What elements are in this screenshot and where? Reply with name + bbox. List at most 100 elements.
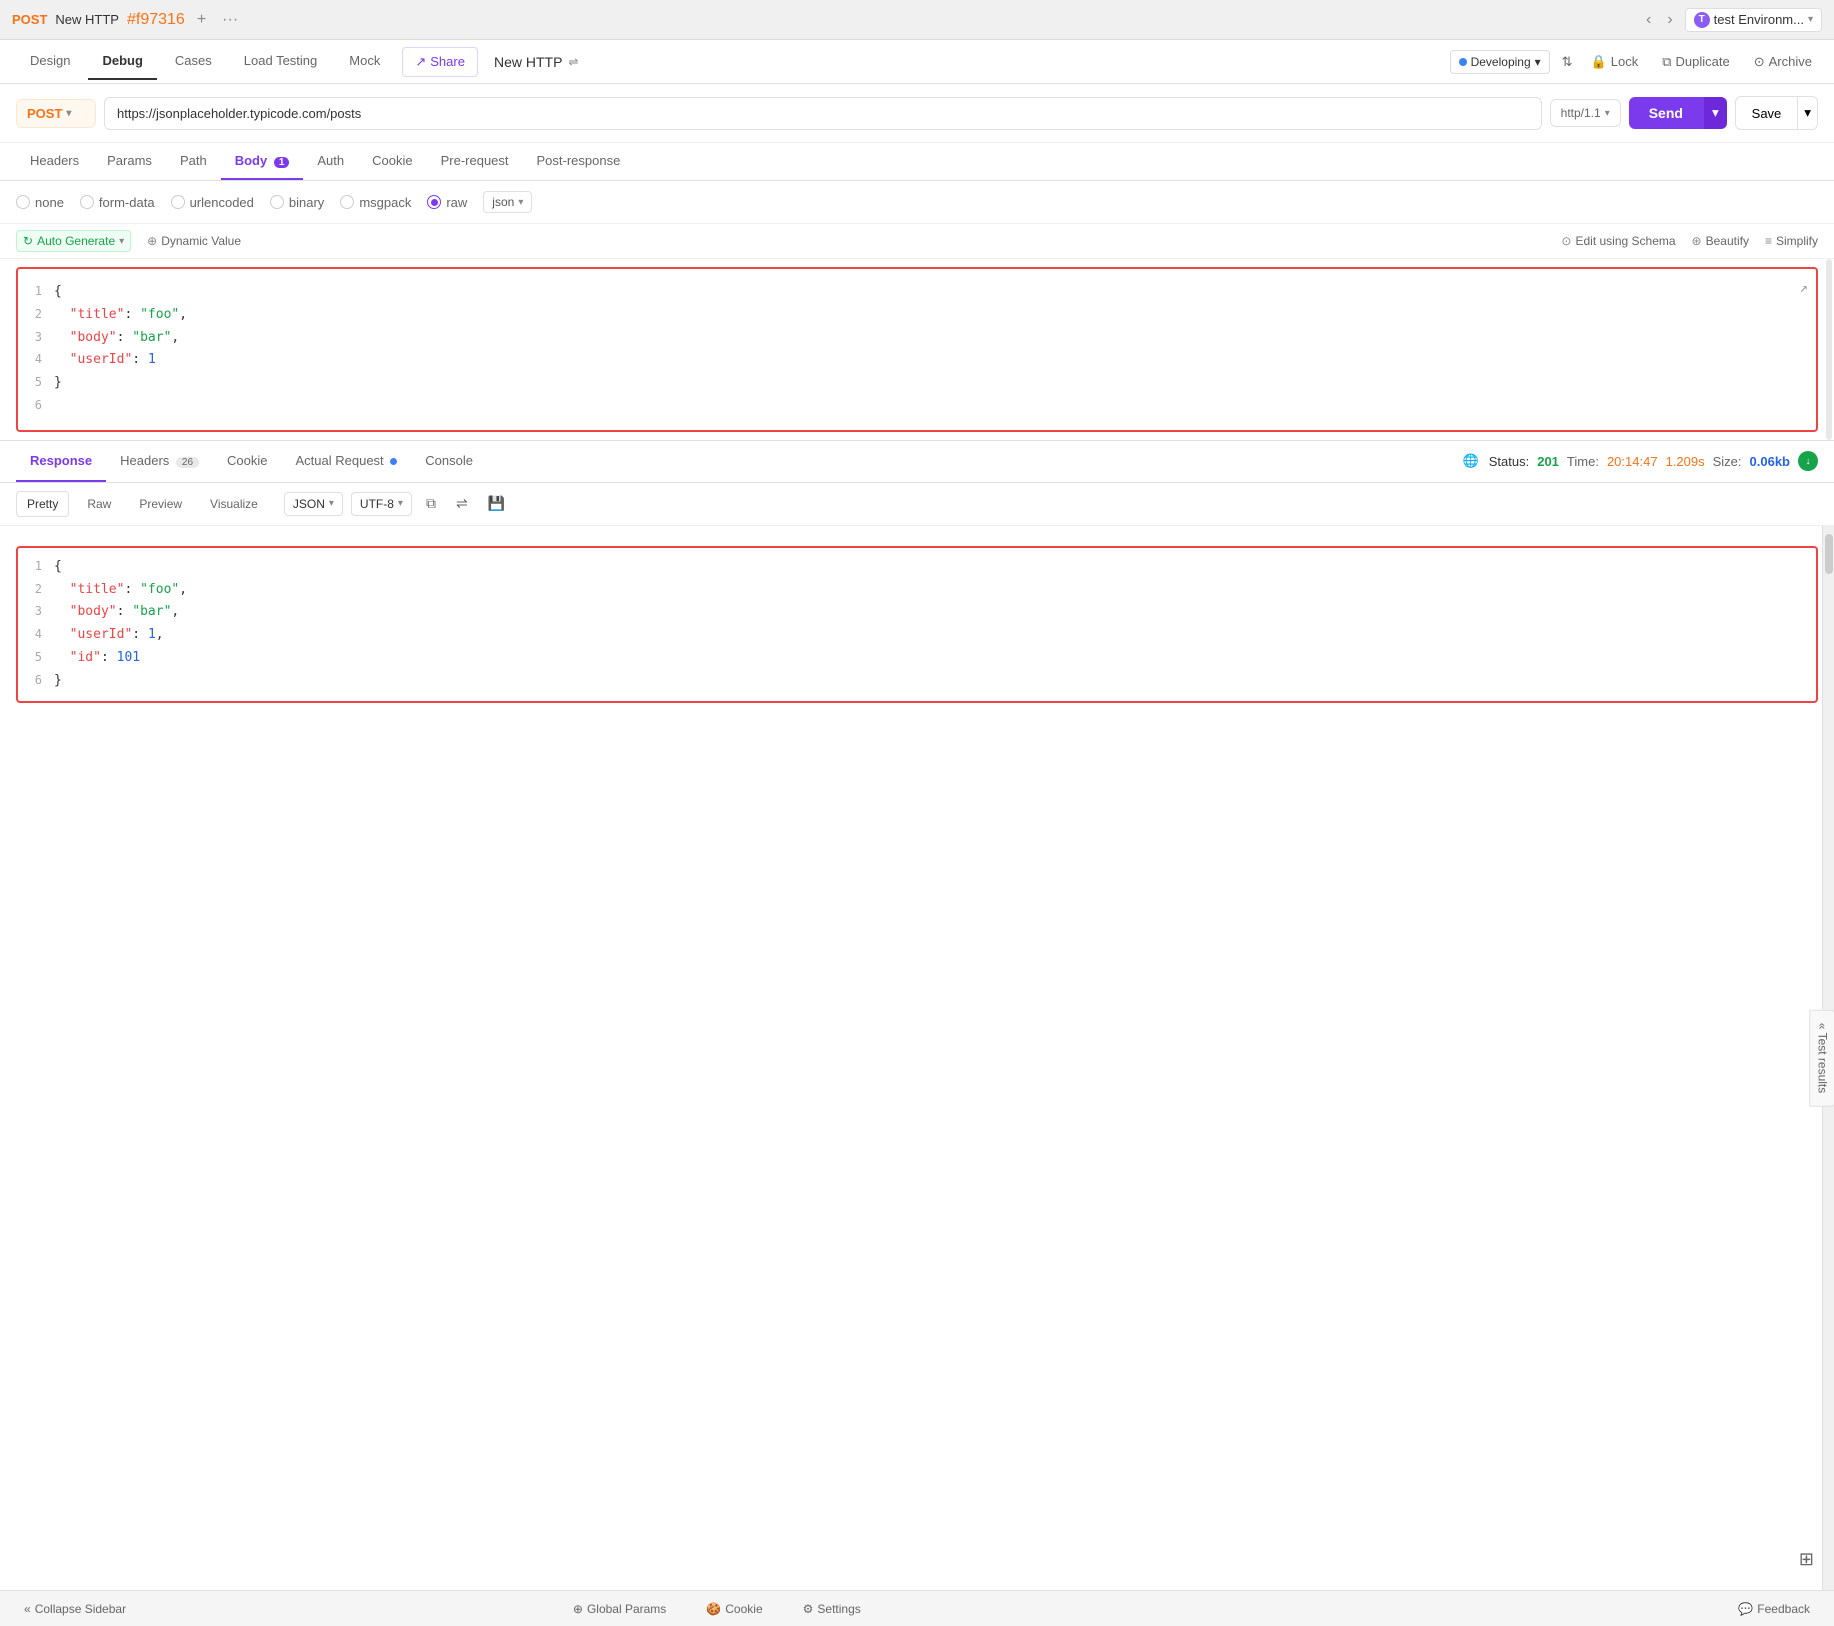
option-urlencoded[interactable]: urlencoded — [171, 195, 254, 210]
download-button[interactable]: ↓ — [1798, 451, 1818, 471]
radio-raw — [427, 195, 441, 209]
tab-params[interactable]: Params — [93, 143, 166, 180]
request-scrollbar[interactable] — [1826, 259, 1832, 440]
copy-response-button[interactable]: ⧉ — [420, 492, 442, 515]
env-icon: T — [1694, 12, 1710, 28]
share-icon: ↗ — [415, 54, 426, 70]
tab-mock[interactable]: Mock — [335, 43, 394, 80]
more-options-button[interactable]: ··· — [218, 9, 242, 31]
option-none[interactable]: none — [16, 195, 64, 210]
tab-post-response[interactable]: Post-response — [523, 143, 635, 180]
resp-sub-visualize[interactable]: Visualize — [200, 492, 268, 516]
settings-button[interactable]: ⚙ Settings — [795, 1598, 869, 1620]
resp-tab-response[interactable]: Response — [16, 441, 106, 482]
resp-tab-cookie[interactable]: Cookie — [213, 441, 281, 482]
tab-load-testing[interactable]: Load Testing — [230, 43, 332, 80]
resp-sub-raw[interactable]: Raw — [77, 492, 121, 516]
tab-path[interactable]: Path — [166, 143, 221, 180]
tab-cookie[interactable]: Cookie — [358, 143, 426, 180]
resp-sub-pretty[interactable]: Pretty — [16, 491, 69, 517]
lock-button[interactable]: 🔒 Lock — [1585, 50, 1645, 74]
save-response-button[interactable]: 💾 — [482, 492, 511, 515]
radio-form-data — [80, 195, 94, 209]
bottom-right-actions: 💬 Feedback — [1730, 1598, 1818, 1620]
global-params-button[interactable]: ⊕ Global Params — [565, 1598, 674, 1620]
radio-urlencoded — [171, 195, 185, 209]
dynamic-icon: ⊕ — [147, 234, 157, 248]
adjust-icon[interactable]: ⇅ — [1562, 54, 1573, 70]
share-button[interactable]: ↗ Share — [402, 47, 478, 77]
tab-debug[interactable]: Debug — [88, 43, 156, 80]
option-raw[interactable]: raw — [427, 195, 467, 210]
settings-icon: ⚙ — [803, 1602, 814, 1616]
tab-design[interactable]: Design — [16, 43, 84, 80]
env-name: test Environm... — [1714, 12, 1804, 27]
edit-icon: ⇌ — [568, 55, 578, 69]
save-dropdown-button[interactable]: ▾ — [1798, 96, 1818, 130]
req-line-3: 3 "body": "bar", — [18, 327, 1816, 350]
req-line-1: 1 { — [18, 281, 1816, 304]
format-chevron-icon: ▾ — [329, 498, 334, 509]
feedback-button[interactable]: 💬 Feedback — [1730, 1598, 1818, 1620]
resp-tab-actual-request[interactable]: Actual Request — [282, 441, 412, 482]
option-binary[interactable]: binary — [270, 195, 324, 210]
resp-line-2: 2 "title": "foo", — [18, 579, 1816, 602]
time-value: 20:14:47 — [1607, 454, 1658, 469]
send-dropdown-button[interactable]: ▾ — [1703, 97, 1727, 129]
type-selector[interactable]: json ▾ — [483, 191, 532, 213]
dynamic-value-button[interactable]: ⊕ Dynamic Value — [147, 234, 241, 248]
resp-tab-headers[interactable]: Headers 26 — [106, 441, 213, 482]
save-button[interactable]: Save — [1735, 96, 1799, 130]
expand-icon[interactable]: ↗ — [1800, 277, 1808, 299]
archive-button[interactable]: ⊙ Archive — [1748, 50, 1818, 74]
beautify-button[interactable]: ⊛ Beautify — [1692, 234, 1749, 248]
simplify-icon: ≡ — [1765, 234, 1772, 248]
request-code-editor[interactable]: 1 { 2 "title": "foo", 3 "body": "bar", 4… — [16, 267, 1818, 432]
resp-tab-console[interactable]: Console — [411, 441, 487, 482]
format-response-button[interactable]: ⇌ — [450, 492, 474, 515]
nav-forward-button[interactable]: › — [1663, 9, 1676, 31]
method-selector[interactable]: POST ▾ — [16, 99, 96, 128]
collapse-sidebar-button[interactable]: « Collapse Sidebar — [16, 1598, 134, 1620]
chevron-left-icon: « — [24, 1602, 31, 1616]
edit-schema-button[interactable]: ⊙ Edit using Schema — [1561, 234, 1675, 248]
url-input[interactable] — [104, 97, 1542, 130]
protocol-selector[interactable]: http/1.1 ▾ — [1550, 99, 1621, 127]
tab-headers[interactable]: Headers — [16, 143, 93, 180]
cookie-icon: 🍪 — [706, 1602, 721, 1616]
send-button[interactable]: Send — [1629, 97, 1703, 129]
tab-auth[interactable]: Auth — [303, 143, 358, 180]
cookie-bottom-button[interactable]: 🍪 Cookie — [698, 1598, 770, 1620]
status-code: 201 — [1537, 454, 1559, 469]
option-msgpack[interactable]: msgpack — [340, 195, 411, 210]
nav-back-button[interactable]: ‹ — [1642, 9, 1655, 31]
test-results-panel[interactable]: « Test results — [1809, 1010, 1834, 1107]
option-form-data[interactable]: form-data — [80, 195, 155, 210]
request-tabs: Headers Params Path Body 1 Auth Cookie P… — [0, 143, 1834, 181]
duplicate-button[interactable]: ⧉ Duplicate — [1656, 50, 1736, 74]
auto-generate-button[interactable]: ↻ Auto Generate ▾ — [16, 230, 131, 252]
response-scrollbar-thumb[interactable] — [1825, 534, 1833, 574]
tab-cases[interactable]: Cases — [161, 43, 226, 80]
resp-sub-preview[interactable]: Preview — [129, 492, 192, 516]
encoding-selector[interactable]: UTF-8 ▾ — [351, 492, 412, 516]
grid-button[interactable]: ⊞ — [1799, 1549, 1814, 1570]
environment-selector[interactable]: T test Environm... ▾ — [1685, 8, 1822, 32]
encoding-chevron-icon: ▾ — [398, 498, 403, 509]
response-toolbar: Pretty Raw Preview Visualize JSON ▾ UTF-… — [0, 483, 1834, 526]
radio-binary — [270, 195, 284, 209]
response-body: 1 { 2 "title": "foo", 3 "body": "bar", — [0, 526, 1834, 1590]
tab-body[interactable]: Body 1 — [221, 143, 304, 180]
add-tab-button[interactable]: + — [193, 9, 210, 31]
format-selector[interactable]: JSON ▾ — [284, 492, 343, 516]
bottom-bar: « Collapse Sidebar ⊕ Global Params 🍪 Coo… — [0, 1590, 1834, 1626]
auto-gen-chevron-icon: ▾ — [119, 236, 124, 247]
url-bar: POST ▾ http/1.1 ▾ Send ▾ Save ▾ — [0, 84, 1834, 143]
simplify-button[interactable]: ≡ Simplify — [1765, 234, 1818, 248]
response-code-editor[interactable]: 1 { 2 "title": "foo", 3 "body": "bar", — [16, 546, 1818, 703]
status-dot: #f97316 — [127, 11, 185, 29]
tab-pre-request[interactable]: Pre-request — [427, 143, 523, 180]
developing-badge[interactable]: Developing ▾ — [1450, 50, 1550, 74]
api-title-bar: New HTTP ⇌ — [494, 54, 579, 70]
collapse-icon: « — [1815, 1023, 1829, 1030]
